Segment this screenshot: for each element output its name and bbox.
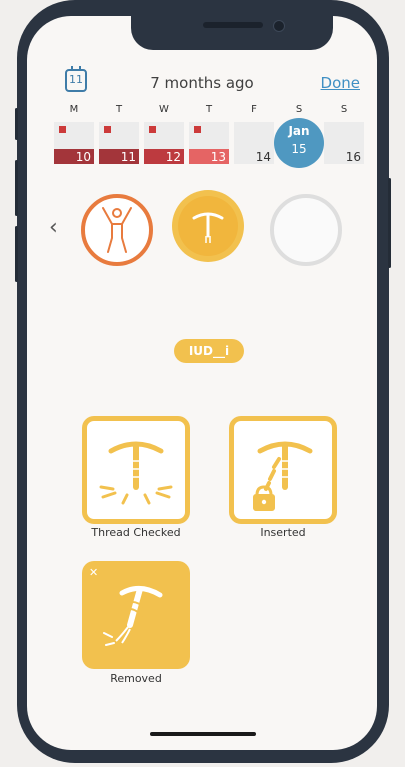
day-letter: M bbox=[69, 104, 79, 115]
selected-day[interactable]: Jan 15 bbox=[274, 118, 324, 168]
speaker bbox=[203, 22, 263, 28]
side-button bbox=[388, 178, 391, 268]
day-letter: T bbox=[115, 104, 123, 115]
day-number: 11 bbox=[120, 150, 136, 164]
iud-lock-icon bbox=[253, 441, 313, 511]
day-cell[interactable]: 13 bbox=[189, 122, 229, 164]
day-number: 16 bbox=[345, 150, 361, 164]
selected-date: 15 bbox=[291, 142, 307, 156]
option-label: Inserted bbox=[260, 526, 306, 539]
period-mark bbox=[59, 126, 66, 133]
day-number: 10 bbox=[75, 150, 91, 164]
screen: 11 7 months ago Done M T W T F S S 10 11… bbox=[27, 16, 377, 750]
day-number: 14 bbox=[255, 150, 271, 164]
week-strip: M T W T F S S 10 11 12 13 14 16 bbox=[27, 104, 377, 170]
done-button[interactable]: Done bbox=[321, 74, 360, 92]
day-cell[interactable]: 14 bbox=[234, 122, 274, 164]
option-thread-checked[interactable] bbox=[82, 416, 190, 524]
day-letter: W bbox=[159, 104, 169, 115]
category-empty[interactable] bbox=[270, 194, 342, 266]
option-inserted[interactable] bbox=[229, 416, 337, 524]
category-activity[interactable] bbox=[81, 194, 153, 266]
person-arms-up-icon bbox=[102, 207, 132, 253]
iud-icon bbox=[178, 196, 238, 256]
day-letter: T bbox=[205, 104, 213, 115]
day-letter: F bbox=[251, 104, 257, 115]
chevron-left-icon[interactable]: ‹ bbox=[49, 215, 58, 240]
period-mark bbox=[104, 126, 111, 133]
day-letter: S bbox=[295, 104, 303, 115]
top-bar: 11 7 months ago Done bbox=[27, 66, 377, 102]
option-label: Removed bbox=[110, 672, 162, 685]
close-icon[interactable]: ✕ bbox=[89, 566, 98, 579]
category-label: IUD__i bbox=[174, 339, 244, 363]
option-removed[interactable]: ✕ bbox=[82, 561, 190, 669]
side-button bbox=[15, 226, 18, 282]
side-button bbox=[15, 160, 18, 216]
day-cell[interactable]: 12 bbox=[144, 122, 184, 164]
selected-month: Jan bbox=[288, 124, 310, 138]
day-cell[interactable]: 10 bbox=[54, 122, 94, 164]
day-letter: S bbox=[340, 104, 348, 115]
day-number: 13 bbox=[210, 150, 226, 164]
day-number: 12 bbox=[165, 150, 181, 164]
day-cell[interactable]: 16 bbox=[324, 122, 364, 164]
iud-thread-check-icon bbox=[99, 441, 173, 505]
category-iud[interactable] bbox=[172, 190, 244, 262]
notch bbox=[131, 16, 333, 50]
period-mark bbox=[194, 126, 201, 133]
day-cell[interactable]: 11 bbox=[99, 122, 139, 164]
side-button bbox=[15, 108, 18, 140]
option-label: Thread Checked bbox=[91, 526, 181, 539]
period-mark bbox=[149, 126, 156, 133]
home-indicator[interactable] bbox=[150, 732, 256, 736]
camera bbox=[273, 20, 285, 32]
